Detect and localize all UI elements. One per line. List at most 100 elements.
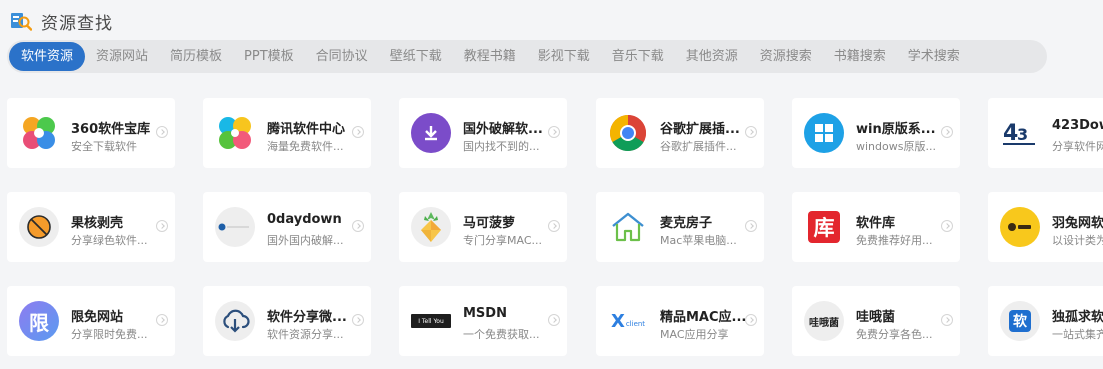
card-description: 一个免费获取... [463,328,540,341]
card-description: 软件资源分享... [267,328,344,341]
card-title: 国外破解软... [463,122,543,137]
resource-card[interactable]: 库 软件库 免费推荐好用... [792,192,960,262]
card-description: MAC应用分享 [660,328,729,341]
tab-movies[interactable]: 影视下载 [527,42,601,71]
card-title: 软件库 [856,216,896,231]
card-title: 谷歌扩展插... [660,122,740,137]
chevron-right-icon[interactable] [941,220,953,232]
tab-software[interactable]: 软件资源 [9,42,86,71]
chevron-right-icon[interactable] [156,126,168,138]
card-description: 谷歌扩展插件... [660,140,737,153]
site-logo-icon [215,207,255,247]
windows-icon [804,113,844,153]
card-description: 免费分享各色... [856,328,933,341]
yutu-logo-icon [1000,207,1040,247]
chevron-right-icon[interactable] [156,314,168,326]
resource-card[interactable]: 马可菠萝 专门分享MAC... [399,192,567,262]
clover-icon [215,113,255,153]
chevron-right-icon[interactable] [941,126,953,138]
search-resource-icon [10,11,33,31]
clover-icon [19,113,59,153]
ku-logo-icon: 库 [804,207,844,247]
tab-resource-search[interactable]: 资源搜索 [749,42,823,71]
card-title: MSDN [463,306,507,321]
chevron-right-icon[interactable] [548,220,560,232]
tab-resume-templates[interactable]: 简历模板 [159,42,233,71]
card-description: 海量免费软件... [267,140,344,153]
resource-card[interactable]: 果核剥壳 分享绿色软件... [7,192,175,262]
resource-card[interactable]: 软 独孤求软 一站式集齐 [988,286,1103,356]
tab-contracts[interactable]: 合同协议 [305,42,379,71]
msdn-logo-text: I Tell You [411,314,451,328]
tab-academic-search[interactable]: 学术搜索 [897,42,971,71]
resource-card[interactable]: 谷歌扩展插... 谷歌扩展插件... [596,98,764,168]
section-header: 资源查找 [10,9,113,34]
card-title: 软件分享微... [267,310,347,325]
tab-tutorials[interactable]: 教程书籍 [453,42,527,71]
section-title: 资源查找 [41,13,113,34]
card-description: windows原版... [856,140,936,153]
xclient-logo-icon: X client [610,310,646,332]
card-title: 精品MAC应... [660,310,747,325]
tab-ppt-templates[interactable]: PPT模板 [233,42,305,71]
resource-card[interactable]: 限 限免网站 分享限时免费... [7,286,175,356]
resource-card[interactable]: 哇哦菌 哇哦菌 免费分享各色... [792,286,960,356]
card-description: 以设计类为 [1052,234,1103,247]
card-title: 独孤求软 [1052,310,1103,325]
card-description: 分享软件网 [1052,140,1103,153]
chevron-right-icon[interactable] [548,126,560,138]
xian-logo-icon: 限 [19,301,59,341]
resource-card[interactable]: 麦克房子 Mac苹果电脑... [596,192,764,262]
card-description: 免费推荐好用... [856,234,933,247]
chevron-right-icon[interactable] [941,314,953,326]
card-description: 国外国内破解... [267,234,344,247]
card-title: 麦克房子 [660,216,713,231]
tab-music[interactable]: 音乐下载 [601,42,675,71]
chevron-right-icon[interactable] [745,126,757,138]
resource-card[interactable]: 360软件宝库 安全下载软件 [7,98,175,168]
card-description: Mac苹果电脑... [660,234,737,247]
xclient-logo-text: client [625,320,646,328]
chevron-right-icon[interactable] [745,314,757,326]
tab-wallpapers[interactable]: 壁纸下载 [379,42,453,71]
tab-resource-sites[interactable]: 资源网站 [85,42,159,71]
resource-card[interactable]: 4 3 423Dow 分享软件网 [988,98,1103,168]
ruan-logo-icon: 软 [1000,301,1040,341]
logo-423-icon: 4 3 [1000,113,1040,153]
resource-card[interactable]: 腾讯软件中心 海量免费软件... [203,98,371,168]
resource-card[interactable]: win原版系... windows原版... [792,98,960,168]
card-title: 哇哦菌 [856,310,896,325]
waojun-logo-text: 哇哦菌 [804,301,844,341]
card-description: 一站式集齐 [1052,328,1103,341]
card-title: win原版系... [856,122,936,137]
chevron-right-icon[interactable] [352,126,364,138]
resource-card[interactable]: 软件分享微... 软件资源分享... [203,286,371,356]
tab-book-search[interactable]: 书籍搜索 [823,42,897,71]
chevron-right-icon[interactable] [156,220,168,232]
chevron-right-icon[interactable] [745,220,757,232]
chevron-right-icon[interactable] [352,314,364,326]
resource-card[interactable]: 国外破解软... 国内找不到的... [399,98,567,168]
msdn-logo-icon: I Tell You [411,301,451,341]
ku-logo-text: 库 [808,211,840,243]
pineapple-icon [411,207,451,247]
resource-card[interactable]: 0daydown 国外国内破解... [203,192,371,262]
resource-card[interactable]: I Tell You MSDN 一个免费获取... [399,286,567,356]
download-icon [411,113,451,153]
house-icon [608,207,648,247]
tab-other[interactable]: 其他资源 [675,42,749,71]
chrome-icon [608,113,648,153]
resource-card[interactable]: 羽兔网软 以设计类为 [988,192,1103,262]
svg-text:3: 3 [1017,125,1028,144]
card-title: 423Dow [1052,118,1103,133]
card-description: 分享绿色软件... [71,234,148,247]
chevron-right-icon[interactable] [352,220,364,232]
ruan-logo-text: 软 [1009,310,1031,332]
card-description: 专门分享MAC... [463,234,542,247]
xian-logo-text: 限 [19,301,59,341]
category-tabs: 软件资源 资源网站 简历模板 PPT模板 合同协议 壁纸下载 教程书籍 影视下载… [7,40,1047,73]
cloud-download-icon [215,301,255,341]
chevron-right-icon[interactable] [548,314,560,326]
resource-card[interactable]: X client 精品MAC应... MAC应用分享 [596,286,764,356]
card-description: 分享限时免费... [71,328,148,341]
